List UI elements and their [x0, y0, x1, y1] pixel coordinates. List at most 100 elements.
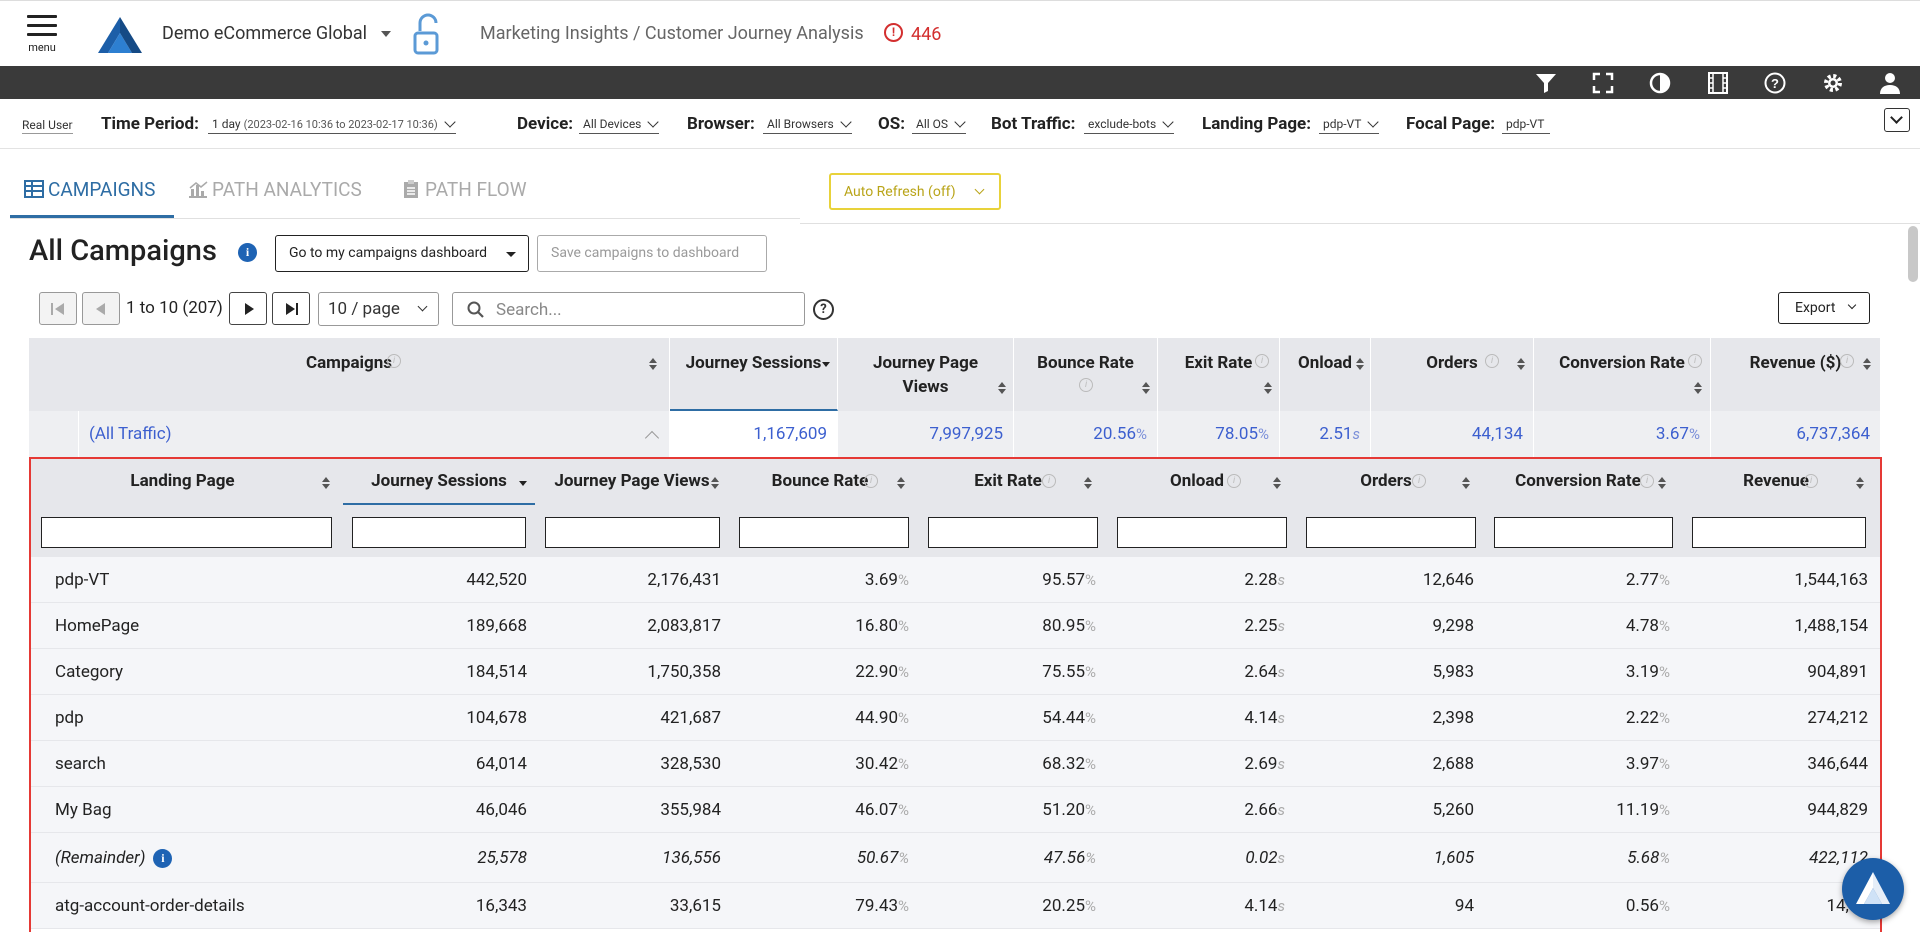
col-bounce-rate[interactable]: Bounce Rate i [1014, 338, 1158, 411]
cell-revenue: 422,112 [1684, 833, 1868, 879]
cell-name[interactable]: search [55, 741, 315, 787]
sort-icon[interactable] [1694, 382, 1702, 394]
table-row[interactable]: (Remainder) i 25,578 136,556 50.67% 47.56% 0.0… [31, 833, 1880, 883]
campaign-name[interactable]: (All Traffic) [89, 411, 670, 458]
film-icon[interactable] [1706, 71, 1730, 95]
sort-icon[interactable] [1658, 477, 1666, 489]
page-size-select[interactable]: 10 / page [318, 292, 439, 326]
last-page-button[interactable] [272, 292, 310, 325]
fullscreen-icon[interactable] [1591, 71, 1615, 95]
cell-name[interactable]: Category [55, 649, 315, 695]
sort-icon[interactable] [1264, 382, 1272, 394]
help-icon[interactable]: ? [1763, 71, 1787, 95]
filter-exit-rate-input[interactable] [928, 517, 1098, 548]
sort-icon[interactable] [1856, 477, 1864, 489]
filter-page-views-input[interactable] [545, 517, 720, 548]
table-row[interactable]: My Bag 46,046 355,984 46.07% 51.20% 2.66s 5,26… [31, 787, 1880, 833]
focal-page-value[interactable]: pdp-VT [1502, 117, 1551, 134]
cell-orders: 5,260 [1298, 787, 1474, 833]
sort-icon[interactable] [1084, 477, 1092, 489]
tab-path-flow[interactable]: PATH FLOW [401, 166, 527, 218]
sort-icon[interactable] [711, 477, 719, 489]
contrast-icon[interactable] [1648, 71, 1672, 95]
time-period-select[interactable]: 1 day (2023-02-16 10:36 to 2023-02-17 10… [208, 116, 456, 134]
table-row[interactable]: search 64,014 328,530 30.42% 68.32% 2.69s 2,68… [31, 741, 1880, 787]
filter-bounce-rate-input[interactable] [739, 517, 909, 548]
table-row[interactable]: Category 184,514 1,750,358 22.90% 75.55% 2.64… [31, 649, 1880, 695]
col-orders-label: Orders [1426, 353, 1478, 373]
sort-desc-icon[interactable] [822, 358, 830, 370]
value: 1,605 [1433, 848, 1474, 868]
browser-select[interactable]: All Browsers [763, 116, 852, 134]
cell-onload: 2.28s [1109, 557, 1285, 603]
table-row[interactable]: pdp 104,678 421,687 44.90% 54.44% 4.14s 2,398 2… [31, 695, 1880, 741]
prev-page-button[interactable] [82, 292, 120, 325]
cell-name[interactable]: My Bag [55, 787, 315, 833]
sort-icon[interactable] [1517, 358, 1525, 370]
bot-traffic-select[interactable]: exclude-bots [1084, 116, 1175, 134]
col-conversion-rate[interactable]: Conversion Rate i [1534, 338, 1711, 411]
sort-icon[interactable] [1273, 477, 1281, 489]
search-input[interactable] [496, 299, 796, 321]
sort-icon[interactable] [1142, 382, 1150, 394]
col-onload[interactable]: Onload [1280, 338, 1371, 411]
alert-icon[interactable]: ! [884, 23, 903, 42]
auto-refresh-button[interactable]: Auto Refresh (off) [829, 173, 1001, 210]
table-row[interactable]: pdp-VT 442,520 2,176,431 3.69% 95.57% 2.28s 12… [31, 557, 1880, 603]
alert-count[interactable]: 446 [911, 24, 941, 45]
unlock-icon[interactable] [410, 11, 444, 57]
cell-name[interactable]: (Remainder) i [55, 833, 315, 879]
export-button[interactable]: Export [1778, 292, 1870, 324]
cell-name[interactable]: pdp [55, 695, 315, 741]
tab-path-analytics[interactable]: PATH ANALYTICS [188, 166, 362, 218]
sort-icon[interactable] [1462, 477, 1470, 489]
filter-sessions-input[interactable] [352, 517, 526, 548]
assistant-button[interactable] [1842, 858, 1904, 920]
search-help-icon[interactable]: ? [813, 299, 834, 320]
sort-icon[interactable] [649, 358, 657, 370]
info-icon[interactable]: i [238, 243, 257, 262]
table-row[interactable]: HomePage 189,668 2,083,817 16.80% 80.95% 2.25… [31, 603, 1880, 649]
sort-icon[interactable] [897, 477, 905, 489]
filter-revenue-input[interactable] [1692, 517, 1866, 548]
filter-onload-input[interactable] [1117, 517, 1287, 548]
sort-icon[interactable] [322, 477, 330, 489]
org-name[interactable]: Demo eCommerce Global [162, 23, 367, 44]
sort-icon[interactable] [1356, 358, 1364, 370]
sort-icon[interactable] [1863, 358, 1871, 370]
col-orders[interactable]: Orders i [1371, 338, 1534, 411]
org-caret-icon[interactable] [381, 31, 391, 37]
device-select[interactable]: All Devices [579, 116, 660, 134]
next-page-button[interactable] [229, 292, 267, 325]
filter-landing-page-input[interactable] [41, 517, 332, 548]
scrollbar-thumb[interactable] [1908, 226, 1918, 282]
cell-name[interactable]: pdp-VT [55, 557, 315, 603]
gear-icon[interactable] [1821, 71, 1845, 95]
landing-page-select[interactable]: pdp-VT [1319, 116, 1380, 134]
col-campaigns[interactable]: Campaigns i [29, 338, 670, 411]
user-icon[interactable] [1878, 71, 1902, 95]
col-revenue[interactable]: Revenue ($) i [1711, 338, 1880, 411]
all-traffic-row[interactable]: (All Traffic) 1,167,609 7,997,925 20.56%… [29, 411, 1880, 458]
os-select[interactable]: All OS [912, 116, 967, 134]
col-journey-page-views[interactable]: Journey Page Views [838, 338, 1014, 411]
menu-button[interactable]: menu [22, 15, 62, 61]
filter-orders-input[interactable] [1306, 517, 1476, 548]
goto-dashboard-button[interactable]: Go to my campaigns dashboard [275, 235, 529, 272]
col-journey-sessions[interactable]: Journey Sessions [670, 338, 838, 411]
sort-icon[interactable] [998, 382, 1006, 394]
hamburger-icon-bar [27, 24, 57, 27]
filter-icon[interactable] [1534, 71, 1558, 95]
collapse-icon[interactable] [644, 430, 660, 446]
real-user-selector[interactable]: Real User [22, 118, 73, 134]
info-icon[interactable]: i [153, 849, 173, 868]
col-exit-rate[interactable]: Exit Rate i [1158, 338, 1280, 411]
filter-conversion-rate-input[interactable] [1494, 517, 1673, 548]
cell-name[interactable]: atg-account-order-details [55, 883, 315, 929]
collapse-filters-button[interactable] [1884, 108, 1910, 132]
tab-campaigns[interactable]: CAMPAIGNS [10, 166, 174, 218]
first-page-button[interactable] [39, 292, 77, 325]
table-row[interactable]: atg-account-order-details 16,343 33,615 79.… [31, 883, 1880, 929]
cell-name[interactable]: HomePage [55, 603, 315, 649]
sort-desc-icon[interactable] [519, 477, 527, 489]
